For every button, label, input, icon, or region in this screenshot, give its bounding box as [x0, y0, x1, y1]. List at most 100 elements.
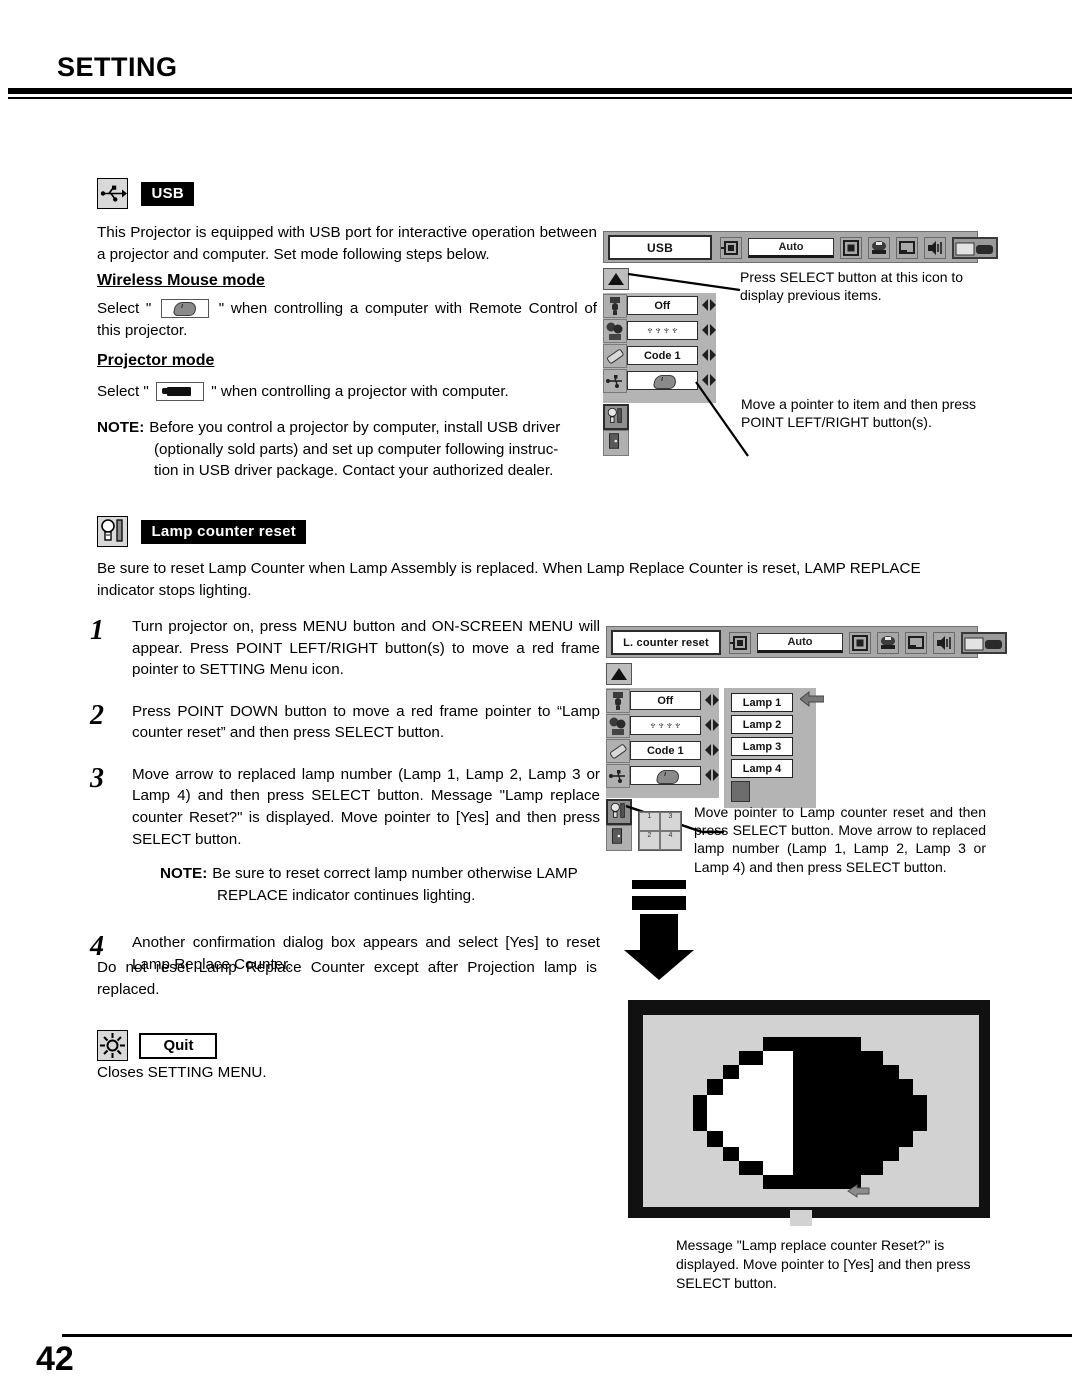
lamp-mode-value[interactable]: ♆♆♆♆	[627, 321, 698, 340]
confirmation-dialog-mock	[628, 1000, 990, 1226]
page-number: 42	[36, 1340, 74, 1378]
usb-osd-menubar: USB Auto	[603, 231, 998, 263]
image-icon[interactable]	[905, 632, 927, 654]
remote-code-icon	[606, 738, 630, 763]
usb-note-line3: tion in USB driver package. Contact your…	[154, 462, 554, 480]
usb-intro-text: This Projector is equipped with USB port…	[97, 224, 597, 263]
usb-mode-value[interactable]	[627, 371, 698, 390]
left-right-arrows-icon[interactable]	[704, 693, 720, 708]
osd-row[interactable]: Off	[606, 688, 720, 713]
projector-mode-text-after: " when controlling a projector with comp…	[211, 383, 509, 400]
step-number: 1	[90, 615, 104, 646]
page-title: SETTING	[57, 52, 178, 82]
screen-icon[interactable]	[840, 237, 862, 259]
osd-row[interactable]	[606, 763, 720, 788]
step-number: 2	[90, 699, 104, 731]
lamp-mode-icon	[603, 318, 627, 343]
image-icon[interactable]	[896, 237, 918, 259]
left-right-arrows-icon[interactable]	[701, 323, 717, 338]
lamp-item-2[interactable]: Lamp 2	[731, 715, 793, 734]
usb-icon	[97, 178, 128, 209]
mouse-icon	[172, 302, 198, 317]
lamp-counter-reset-icon	[97, 516, 128, 547]
projector-icon	[162, 387, 192, 397]
flow-down-arrow-icon	[624, 880, 694, 980]
setting-icon[interactable]	[952, 237, 998, 259]
quit-icon[interactable]	[731, 781, 750, 802]
lamp-osd-icon-strip: Auto	[729, 632, 1007, 654]
osd-row[interactable]: ♆♆♆♆	[603, 318, 717, 343]
quit-button[interactable]: Quit	[139, 1032, 218, 1059]
lamp-counter-reset-icon[interactable]	[603, 404, 629, 430]
left-right-arrows-icon[interactable]	[704, 718, 720, 733]
lamp-counter-reset-heading: Lamp counter reset	[97, 516, 307, 547]
projector-mode-text: Select " " when controlling a projector …	[97, 381, 597, 403]
projector-mode-glyph-field	[156, 382, 205, 402]
usb-label: USB	[141, 181, 195, 206]
osd-row[interactable]: Code 1	[606, 738, 720, 763]
pc-adjust-icon[interactable]	[877, 632, 899, 654]
usb-note-label: NOTE:	[97, 419, 145, 436]
left-right-arrows-icon[interactable]	[704, 768, 720, 783]
lamp-item-1[interactable]: Lamp 1	[731, 693, 793, 712]
step-number: 3	[90, 762, 104, 794]
quit-setting-icon	[97, 1030, 128, 1061]
remote-code-value[interactable]: Code 1	[627, 346, 698, 365]
usb-section-heading: USB	[97, 178, 195, 209]
projector-mode-text-before: Select "	[97, 383, 149, 400]
quit-icon[interactable]	[603, 430, 629, 456]
lamp-counter-reset-intro: Be sure to reset Lamp Counter when Lamp …	[97, 560, 921, 599]
auto-button[interactable]: Auto	[757, 633, 843, 653]
lamp-osd-title: L. counter reset	[611, 630, 721, 655]
step-item: 2 Press POINT DOWN button to move a red …	[90, 701, 600, 744]
step-3-note-label: NOTE:	[160, 865, 208, 883]
sound-icon[interactable]	[924, 237, 946, 259]
lamp-osd-annotation: Move pointer to Lamp counter reset and t…	[694, 804, 986, 875]
usb-osd-title: USB	[608, 235, 712, 260]
lamp-counter-reset-label: Lamp counter reset	[141, 519, 307, 544]
mouse-icon	[655, 770, 681, 784]
quit-heading: Quit	[97, 1030, 218, 1061]
previous-items-up-arrow[interactable]	[606, 663, 632, 685]
usb-osd-icon-strip: Auto	[720, 237, 998, 259]
sound-icon[interactable]	[933, 632, 955, 654]
osd-row[interactable]: Code 1	[603, 343, 717, 368]
left-right-arrows-icon[interactable]	[701, 348, 717, 363]
power-management-value[interactable]: Off	[630, 691, 701, 710]
lamp-mode-value[interactable]: ♆♆♆♆	[630, 716, 701, 735]
quit-description: Closes SETTING MENU.	[97, 1064, 267, 1081]
header-rule-thick	[8, 88, 1072, 94]
osd-row[interactable]: ♆♆♆♆	[606, 713, 720, 738]
usb-note-line2: (optionally sold parts) and set up compu…	[154, 440, 559, 458]
lamp-item-4[interactable]: Lamp 4	[731, 759, 793, 778]
pc-adjust-icon[interactable]	[868, 237, 890, 259]
usb-osd-annotation-bottom: Move a pointer to item and then press PO…	[741, 396, 977, 431]
screen-icon[interactable]	[849, 632, 871, 654]
lamp-osd-menubar: L. counter reset Auto	[606, 626, 1007, 658]
lamp-item-3[interactable]: Lamp 3	[731, 737, 793, 756]
step-3-note-line2: REPLACE indicator continues lighting.	[217, 886, 476, 904]
input-icon[interactable]	[729, 632, 751, 654]
footer-rule	[62, 1334, 1072, 1337]
lamp-selection-arrow-icon	[800, 690, 824, 708]
wireless-mouse-heading: Wireless Mouse mode	[97, 272, 265, 289]
usb-note-line1: Before you control a projector by comput…	[149, 419, 561, 436]
step-3-note: NOTE: Be sure to reset correct lamp numb…	[160, 863, 600, 906]
projector-mode-heading: Projector mode	[97, 352, 215, 369]
lamp-osd-rows-panel: Off ♆♆♆♆ Code 1	[606, 688, 720, 798]
step-text: Press POINT DOWN button to move a red fr…	[132, 702, 600, 742]
remote-code-value[interactable]: Code 1	[630, 741, 701, 760]
lamp-mode-icon	[606, 713, 630, 738]
header-rule-thin	[8, 97, 1072, 99]
manual-page: SETTING USB This Projector is equipped w…	[0, 0, 1080, 1397]
power-management-icon	[606, 688, 630, 713]
wireless-mouse-text-before: Select "	[97, 300, 152, 317]
auto-button[interactable]: Auto	[748, 238, 834, 258]
usb-note: NOTE: Before you control a projector by …	[97, 417, 599, 482]
input-icon[interactable]	[720, 237, 742, 259]
lamp-quadrant-3: 3	[660, 812, 681, 831]
left-right-arrows-icon[interactable]	[704, 743, 720, 758]
usb-mode-value[interactable]	[630, 766, 701, 785]
setting-icon[interactable]	[961, 632, 1007, 654]
usb-osd-annotation-top: Press SELECT button at this icon to disp…	[740, 269, 964, 304]
